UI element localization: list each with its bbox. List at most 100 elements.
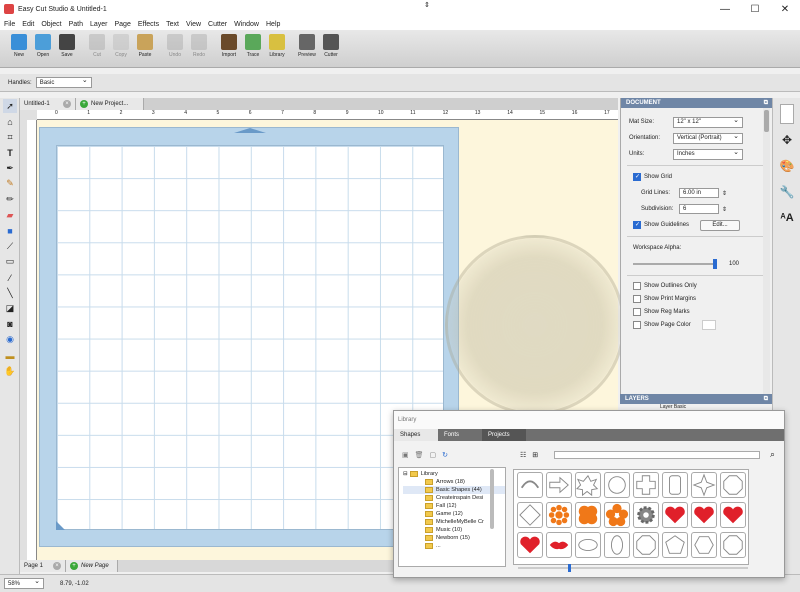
collapse-icon[interactable]: ⊟	[403, 471, 408, 477]
menu-object[interactable]: Object	[41, 21, 61, 28]
crop-icon[interactable]: ⌗	[3, 130, 17, 144]
workspace-alpha-slider[interactable]	[633, 259, 717, 269]
lips-icon[interactable]	[546, 532, 572, 558]
weld-icon[interactable]: ◙	[3, 317, 17, 331]
select-arrow-icon[interactable]: ➚	[3, 99, 17, 113]
tree-item[interactable]: Newborn (15)	[403, 534, 505, 542]
arc-shape-icon[interactable]	[517, 472, 543, 498]
panel-scroll-thumb[interactable]	[764, 110, 769, 132]
handles-select[interactable]: Basic	[35, 76, 92, 88]
cross-shape-icon[interactable]	[633, 472, 659, 498]
gear-icon[interactable]	[633, 502, 659, 528]
star-burst-icon[interactable]	[575, 472, 601, 498]
tree-scrollbar[interactable]	[490, 469, 494, 529]
zoom-select[interactable]: 58%	[4, 577, 44, 589]
flower-five-icon[interactable]	[604, 502, 630, 528]
list-view-icon[interactable]: ☷	[520, 451, 526, 459]
tab-fonts[interactable]: Fonts	[438, 429, 482, 441]
close-page-icon[interactable]: ×	[53, 562, 61, 570]
heart-icon[interactable]	[691, 502, 717, 528]
show-guidelines-checkbox[interactable]	[633, 221, 641, 229]
panel-collapse-icon[interactable]: ⧉	[764, 100, 768, 107]
menu-path[interactable]: Path	[69, 21, 83, 28]
new-folder-icon[interactable]: ▣	[402, 451, 409, 459]
cutter-button[interactable]: Cutter	[319, 34, 343, 58]
hand-pan-icon[interactable]: ✋	[3, 364, 17, 378]
flower-orange-icon[interactable]	[546, 502, 572, 528]
paste-button[interactable]: Paste	[133, 34, 157, 58]
brush-icon[interactable]: ✏	[3, 193, 17, 207]
color-palette-icon[interactable]: 🎨	[777, 156, 797, 176]
mat-size-select[interactable]: 12" x 12"	[673, 116, 743, 128]
units-select[interactable]: Inches	[673, 148, 743, 160]
diamond-icon[interactable]	[517, 502, 543, 528]
heart-icon[interactable]	[662, 502, 688, 528]
cut-button[interactable]: Cut	[85, 34, 109, 58]
new-page-tab[interactable]: + New Page	[66, 560, 118, 572]
refresh-icon[interactable]: ↻	[442, 451, 448, 459]
pen-tool-icon[interactable]: ✒	[3, 161, 17, 175]
menu-page[interactable]: Page	[115, 21, 131, 28]
library-button[interactable]: Library	[265, 34, 289, 58]
subdivision-input[interactable]: 6	[679, 204, 719, 214]
copy-button[interactable]: Copy	[109, 34, 133, 58]
shape-search-input[interactable]	[554, 451, 760, 459]
eraser-icon[interactable]: ▰	[3, 208, 17, 222]
menu-cutter[interactable]: Cutter	[208, 21, 227, 28]
octagon-icon[interactable]	[720, 472, 746, 498]
grid-lines-stepper-icon[interactable]: ⇕	[722, 190, 727, 197]
menu-text[interactable]: Text	[166, 21, 179, 28]
subdivision-stepper-icon[interactable]: ⇕	[722, 206, 727, 213]
preview-button[interactable]: Preview	[295, 34, 319, 58]
show-grid-checkbox[interactable]	[633, 173, 641, 181]
pencil-icon[interactable]: ✎	[3, 177, 17, 191]
show-margins-checkbox[interactable]	[633, 294, 641, 303]
minimize-button[interactable]: —	[710, 0, 740, 18]
menu-layer[interactable]: Layer	[90, 21, 108, 28]
octagon-icon[interactable]	[720, 532, 746, 558]
ellipse-icon[interactable]	[575, 532, 601, 558]
layers-collapse-icon[interactable]: ⧉	[764, 396, 768, 403]
size-slider-thumb[interactable]	[568, 564, 571, 572]
shape-size-slider[interactable]	[518, 564, 748, 572]
close-tab-icon[interactable]: ×	[63, 100, 71, 108]
menu-view[interactable]: View	[186, 21, 201, 28]
document-page-icon[interactable]	[780, 104, 794, 124]
rename-icon[interactable]: ▢	[430, 451, 437, 459]
menu-window[interactable]: Window	[234, 21, 259, 28]
show-page-color-checkbox[interactable]	[633, 320, 641, 329]
four-point-star-icon[interactable]	[691, 472, 717, 498]
panel-scrollbar[interactable]	[763, 108, 770, 394]
redo-button[interactable]: Redo	[187, 34, 211, 58]
text-tool-icon[interactable]: T	[3, 146, 17, 160]
rectangle-icon[interactable]: ▭	[3, 255, 17, 269]
orientation-select[interactable]: Vertical (Portrait)	[673, 132, 743, 144]
trace-button[interactable]: Trace	[241, 34, 265, 58]
page-color-swatch[interactable]	[702, 319, 716, 330]
hexagon-icon[interactable]	[691, 532, 717, 558]
mat-grid[interactable]	[56, 145, 444, 530]
pin-icon[interactable]: ⇕	[424, 1, 430, 9]
transform-icon[interactable]: ◪	[3, 302, 17, 316]
pentagon-icon[interactable]	[662, 532, 688, 558]
zoom-icon[interactable]: ◉	[3, 333, 17, 347]
octagon-icon[interactable]	[633, 532, 659, 558]
show-outlines-checkbox[interactable]	[633, 281, 641, 290]
new-button[interactable]: New	[7, 34, 31, 58]
import-button[interactable]: Import	[217, 34, 241, 58]
menu-effects[interactable]: Effects	[138, 21, 159, 28]
tab-projects[interactable]: Projects	[482, 429, 526, 441]
open-button[interactable]: Open	[31, 34, 55, 58]
fill-icon[interactable]: ■	[3, 224, 17, 238]
grid-view-icon[interactable]: ⊞	[532, 451, 538, 459]
tab-shapes[interactable]: Shapes	[394, 429, 438, 441]
edit-guidelines-button[interactable]: Edit...	[700, 219, 740, 231]
maximize-button[interactable]: ☐	[740, 0, 770, 18]
knife-icon[interactable]: ⟋	[3, 239, 17, 253]
arrow-shape-icon[interactable]	[546, 472, 572, 498]
node-edit-icon[interactable]: ⌂	[3, 115, 17, 129]
delete-icon[interactable]: 🗑	[415, 451, 424, 459]
line-icon[interactable]: ╲	[3, 286, 17, 300]
heart-icon[interactable]	[517, 532, 543, 558]
menu-edit[interactable]: Edit	[22, 21, 34, 28]
